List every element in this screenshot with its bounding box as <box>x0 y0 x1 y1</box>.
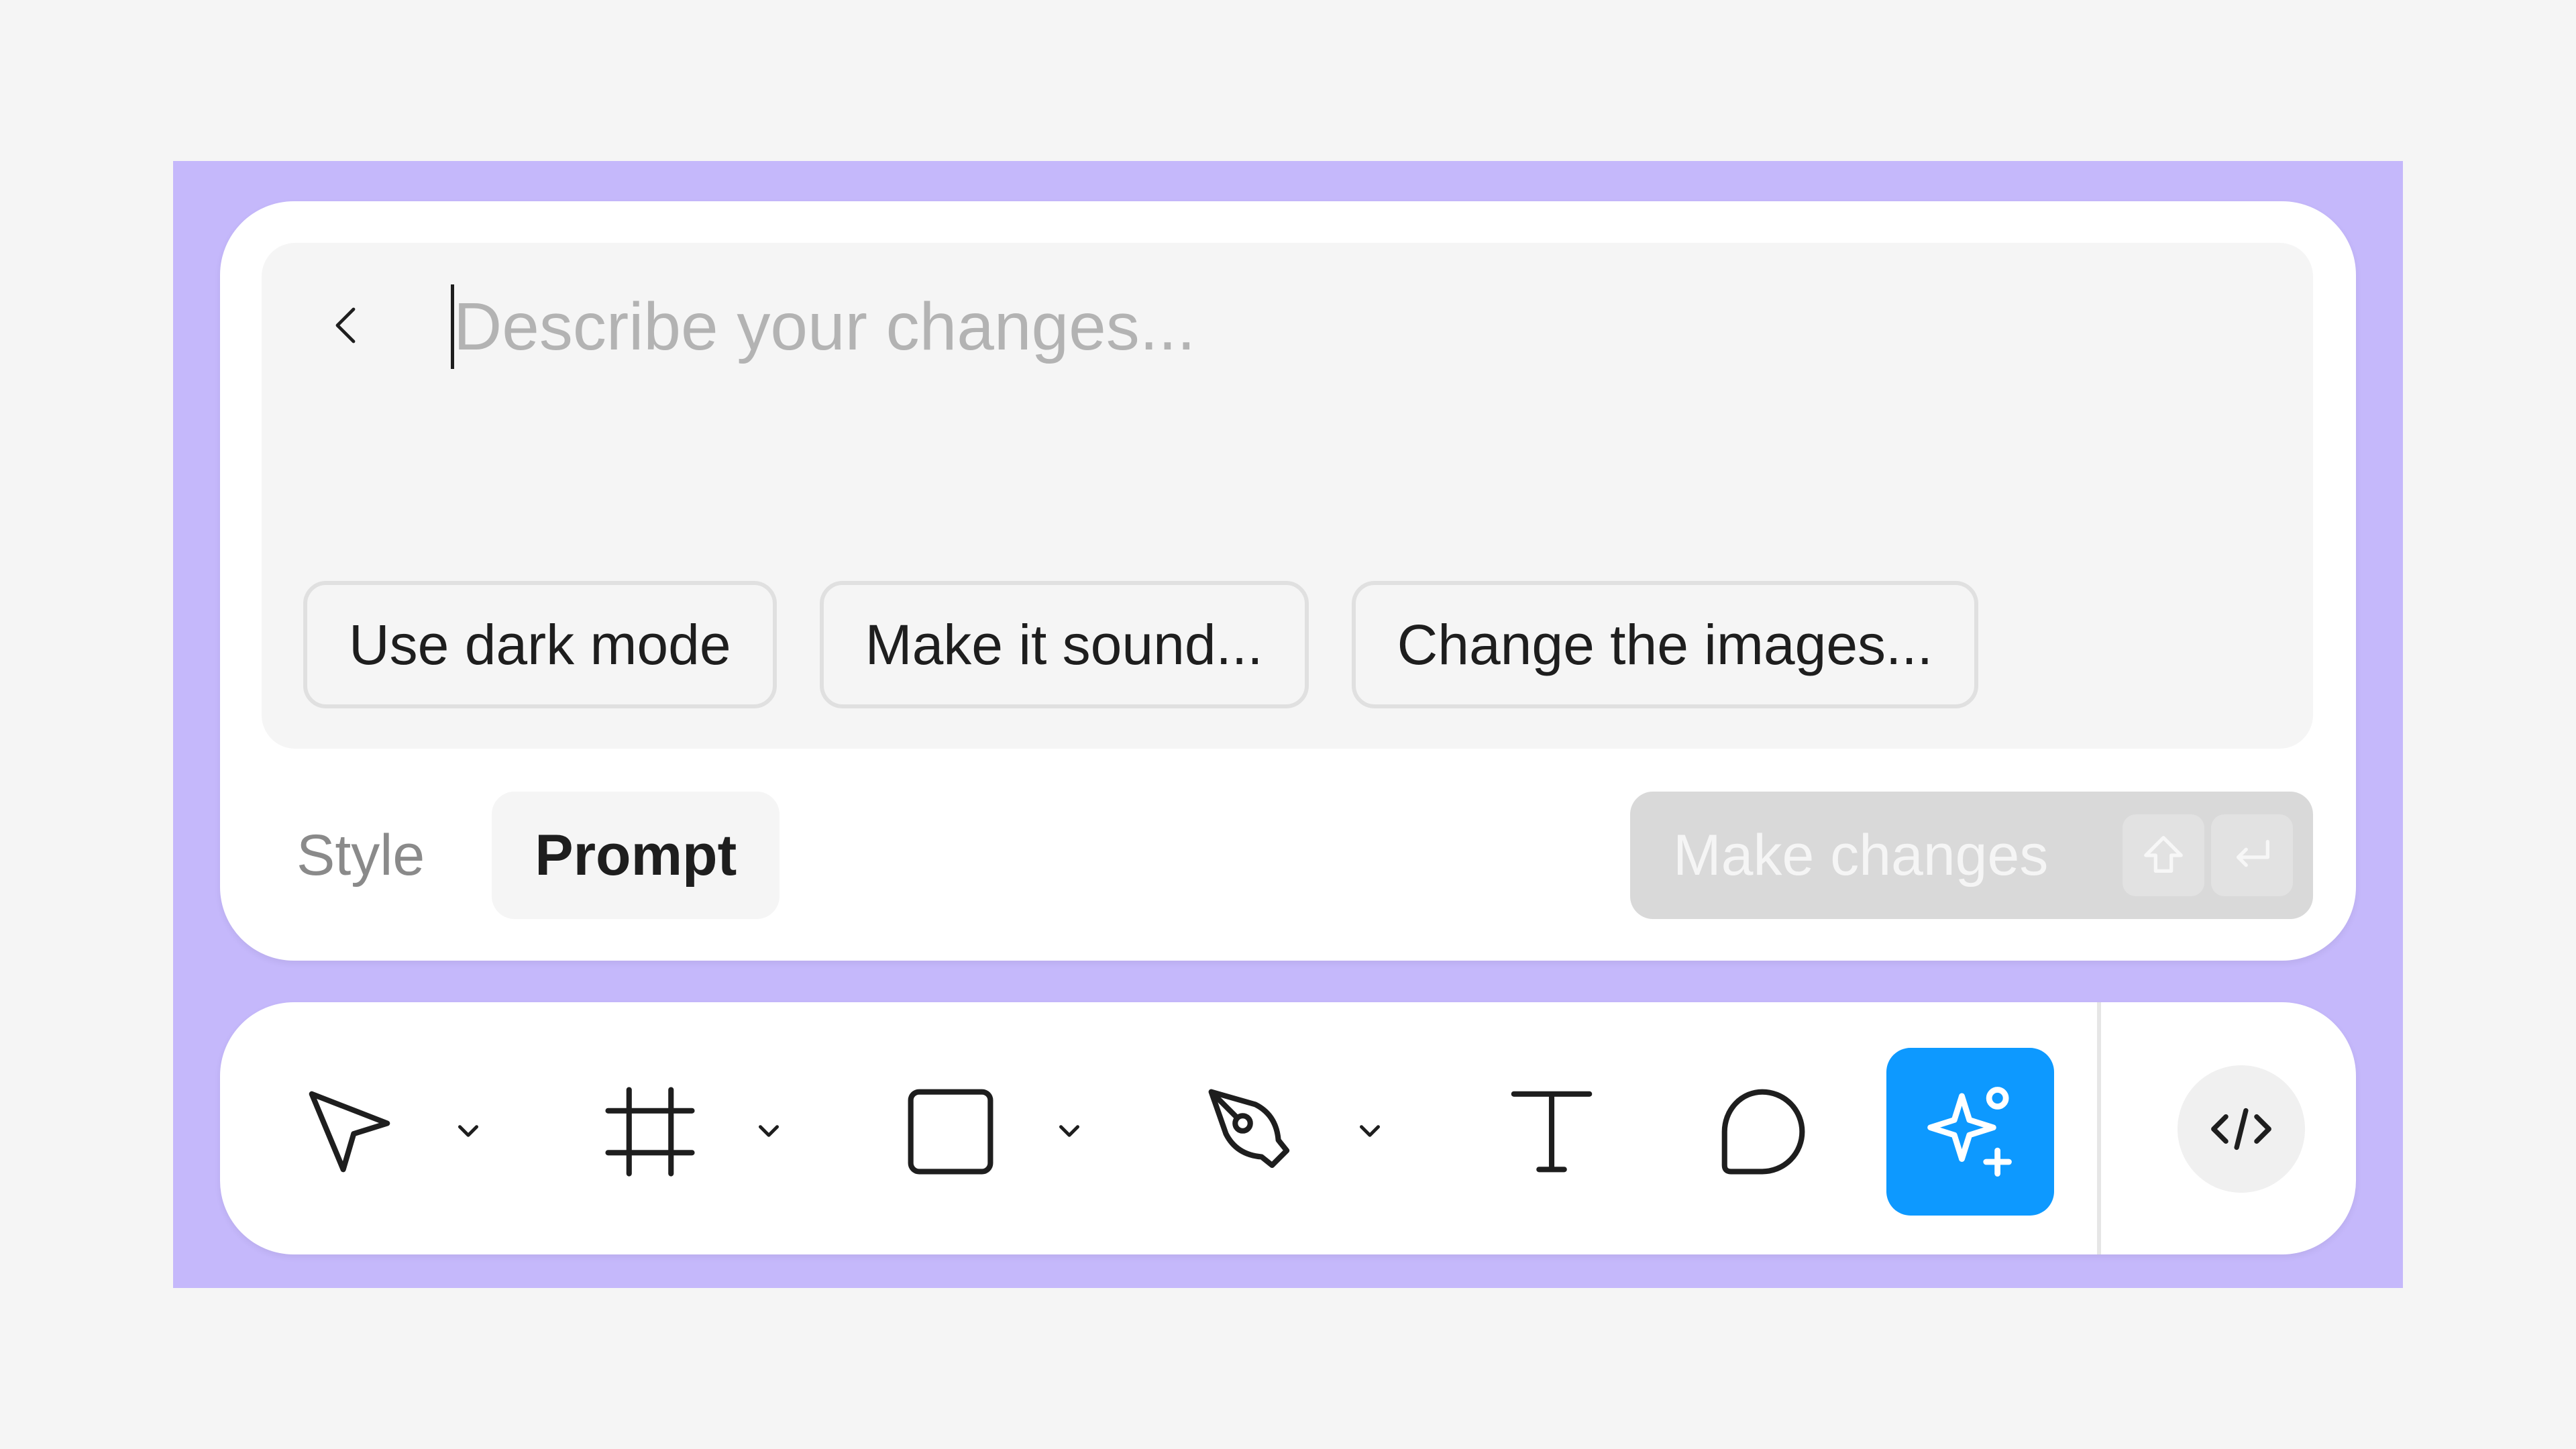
chevron-down-icon <box>1059 1125 1079 1137</box>
shift-icon <box>2144 836 2183 873</box>
move-cursor-icon <box>309 1091 390 1173</box>
comment-icon <box>1721 1089 1805 1175</box>
tool-comment[interactable] <box>1678 1048 1846 1216</box>
frame-icon <box>605 1087 695 1177</box>
tool-pen[interactable] <box>1167 1048 1335 1216</box>
pen-icon <box>1208 1089 1290 1169</box>
bottom-toolbar <box>220 1002 2356 1254</box>
chevron-down-icon <box>1360 1125 1380 1137</box>
code-icon <box>2211 1108 2271 1150</box>
back-button[interactable] <box>315 293 380 358</box>
ai-prompt-panel: Use dark mode Make it sound... Change th… <box>220 201 2356 961</box>
code-view-button[interactable] <box>2178 1065 2305 1193</box>
text-icon <box>1511 1091 1593 1173</box>
shift-key <box>2123 814 2204 896</box>
tab-prompt[interactable]: Prompt <box>492 792 780 919</box>
tab-style[interactable]: Style <box>254 792 468 919</box>
tool-move-menu[interactable] <box>447 1110 490 1152</box>
make-changes-label: Make changes <box>1673 822 2049 888</box>
suggestion-chip[interactable]: Use dark mode <box>303 581 777 708</box>
make-changes-button[interactable]: Make changes <box>1630 792 2313 919</box>
tool-frame-menu[interactable] <box>747 1110 790 1152</box>
chevron-down-icon <box>759 1125 779 1137</box>
enter-key <box>2211 814 2293 896</box>
tool-frame[interactable] <box>566 1048 734 1216</box>
suggestion-chip[interactable]: Make it sound... <box>819 581 1309 708</box>
toolbar-divider <box>2097 1002 2101 1254</box>
keyboard-shortcut <box>2123 814 2293 896</box>
chevron-down-icon <box>458 1125 478 1137</box>
tool-rectangle[interactable] <box>867 1048 1034 1216</box>
tool-text[interactable] <box>1468 1048 1635 1216</box>
prompt-input[interactable] <box>447 273 2258 380</box>
tool-move[interactable] <box>266 1048 433 1216</box>
tool-rectangle-menu[interactable] <box>1048 1110 1091 1152</box>
prompt-area: Use dark mode Make it sound... Change th… <box>262 243 2313 749</box>
suggestion-chip[interactable]: Change the images... <box>1351 581 1979 708</box>
canvas-backdrop: Use dark mode Make it sound... Change th… <box>173 161 2403 1288</box>
rectangle-icon <box>908 1089 994 1175</box>
ai-sparkle-icon <box>1927 1087 2012 1177</box>
enter-icon <box>2236 839 2269 867</box>
tool-ai[interactable] <box>1886 1048 2054 1216</box>
suggestion-chips: Use dark mode Make it sound... Change th… <box>303 581 1979 708</box>
chevron-left-icon <box>335 307 356 343</box>
mode-tabs: Style Prompt <box>254 792 780 919</box>
tool-pen-menu[interactable] <box>1348 1110 1391 1152</box>
